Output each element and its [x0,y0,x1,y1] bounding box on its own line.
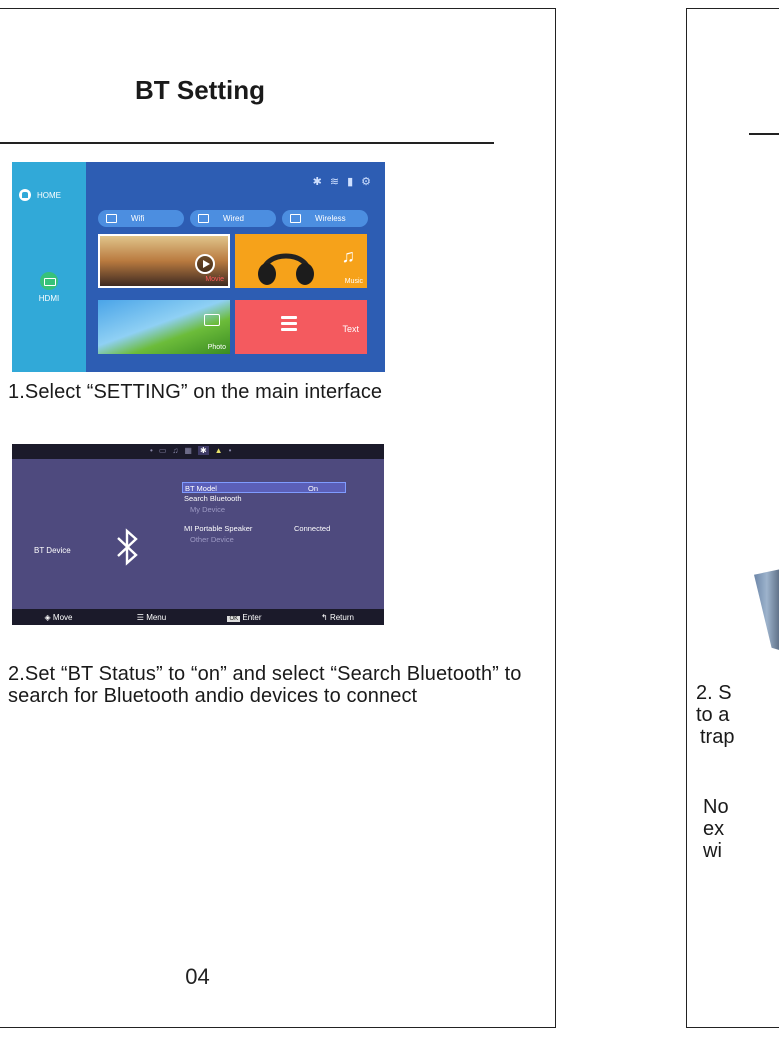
ok-key-icon: OK [227,615,241,622]
play-icon [195,254,215,274]
connection-pills: Wifi Wired Wireless [98,210,368,227]
bluetooth-tab-icon: ✱ [197,446,209,455]
hint-label: Menu [146,612,167,622]
fragment-text: wi [703,840,722,862]
tile-label: Photo [207,344,226,351]
pill-wireless: Wireless [282,210,368,227]
wifi-icon: ≋ [329,176,340,188]
pill-label: Wired [223,214,244,223]
cast-icon [198,214,209,223]
menu-label: My Device [190,505,226,514]
tile-label: Movie [205,276,224,283]
pill-label: Wireless [315,214,346,223]
home-label: HOME [37,190,61,200]
cast-icon [106,214,117,223]
hint-return: ↰ Return [291,613,384,622]
bell-icon: ▲ [214,446,223,455]
menu-item-bt-model: BT Model On [182,482,346,493]
dot-icon: • [150,446,153,455]
bt-device-label: BT Device [34,546,71,555]
dot-icon: • [228,446,232,455]
step-2-instruction: 2.Set “BT Status” to “on” and select “Se… [8,663,522,707]
pill-wired: Wired [190,210,276,227]
cast-icon [290,214,301,223]
home-icon [19,189,31,201]
menu-item-other-device: Other Device [182,534,346,545]
dpad-icon: ◈ [44,612,51,622]
left-page: BT Setting HOME HDMI ✱ ≋ ▮ ⚙ Wifi Wired … [0,8,556,1028]
list-icon [281,316,297,334]
sidebar-item-hdmi: HDMI [12,272,86,303]
return-icon: ↰ [321,612,328,622]
tile-music: ♫ Music [235,234,367,288]
fragment-text: No [703,796,729,818]
hdmi-label: HDMI [38,294,60,303]
bt-menu: BT Model On Search Bluetooth My Device M… [182,482,346,545]
settings-tab-bar: • ▭ ♫ ▦ ✱ ▲ • [12,444,384,459]
pill-wifi: Wifi [98,210,184,227]
fragment-text: 2. S [696,682,732,704]
camera-icon [204,314,220,326]
menu-icon: ☰ [136,612,144,622]
bluetooth-logo-icon [117,528,138,566]
sidebar-item-home: HOME [19,189,61,201]
page-title: BT Setting [135,75,265,105]
hint-label: Move [52,612,73,622]
menu-item-my-device: My Device [182,504,346,515]
title-divider [0,142,494,144]
step-1-instruction: 1.Select “SETTING” on the main interface [8,381,383,403]
hint-enter: OK Enter [198,613,291,622]
tile-label: Text [342,324,359,334]
home-screen-screenshot: HOME HDMI ✱ ≋ ▮ ⚙ Wifi Wired Wireless Mo… [12,162,385,372]
battery-icon: ▮ [347,176,354,188]
fragment-text: ex [703,818,725,840]
menu-label: Search Bluetooth [184,494,242,503]
hdmi-icon [40,272,58,290]
hint-menu: ☰ Menu [105,613,198,622]
tile-movie: Movie [98,234,230,288]
speaker-status: Connected [294,524,331,533]
home-sidebar: HOME HDMI [12,162,86,372]
status-bar: ✱ ≋ ▮ ⚙ [313,175,371,188]
hint-label: Return [329,612,354,622]
gear-icon: ⚙ [361,176,371,188]
hint-move: ◈ Move [12,613,105,622]
bt-settings-screenshot: • ▭ ♫ ▦ ✱ ▲ • BT Device BT Model On Sear… [12,444,384,625]
menu-item-search-bluetooth: Search Bluetooth [182,493,346,504]
fragment-text: to a [696,704,730,726]
bluetooth-icon: ✱ [312,176,322,188]
music-note-icon: ♫ [341,246,356,266]
music-icon: ♫ [172,446,179,455]
menu-item-speaker: MI Portable Speaker Connected [182,523,346,534]
tile-photo: Photo [98,300,230,354]
headphones-icon [258,253,314,285]
menu-label: Other Device [190,535,234,544]
right-page [686,8,779,1028]
speaker-name: MI Portable Speaker [184,524,253,533]
grid-icon: ▦ [184,446,192,455]
hint-label: Enter [242,612,262,622]
tile-label: Music [344,278,363,285]
bt-bottom-bar: ◈ Move ☰ Menu OK Enter ↰ Return [12,609,384,625]
picture-icon: ▭ [158,446,167,455]
menu-label: BT Model [185,484,217,493]
fragment-text: trap [700,726,735,748]
title-divider [749,133,779,135]
tile-text: Text [235,300,367,354]
page-number: 04 [185,964,210,989]
pill-label: Wifi [131,214,145,223]
